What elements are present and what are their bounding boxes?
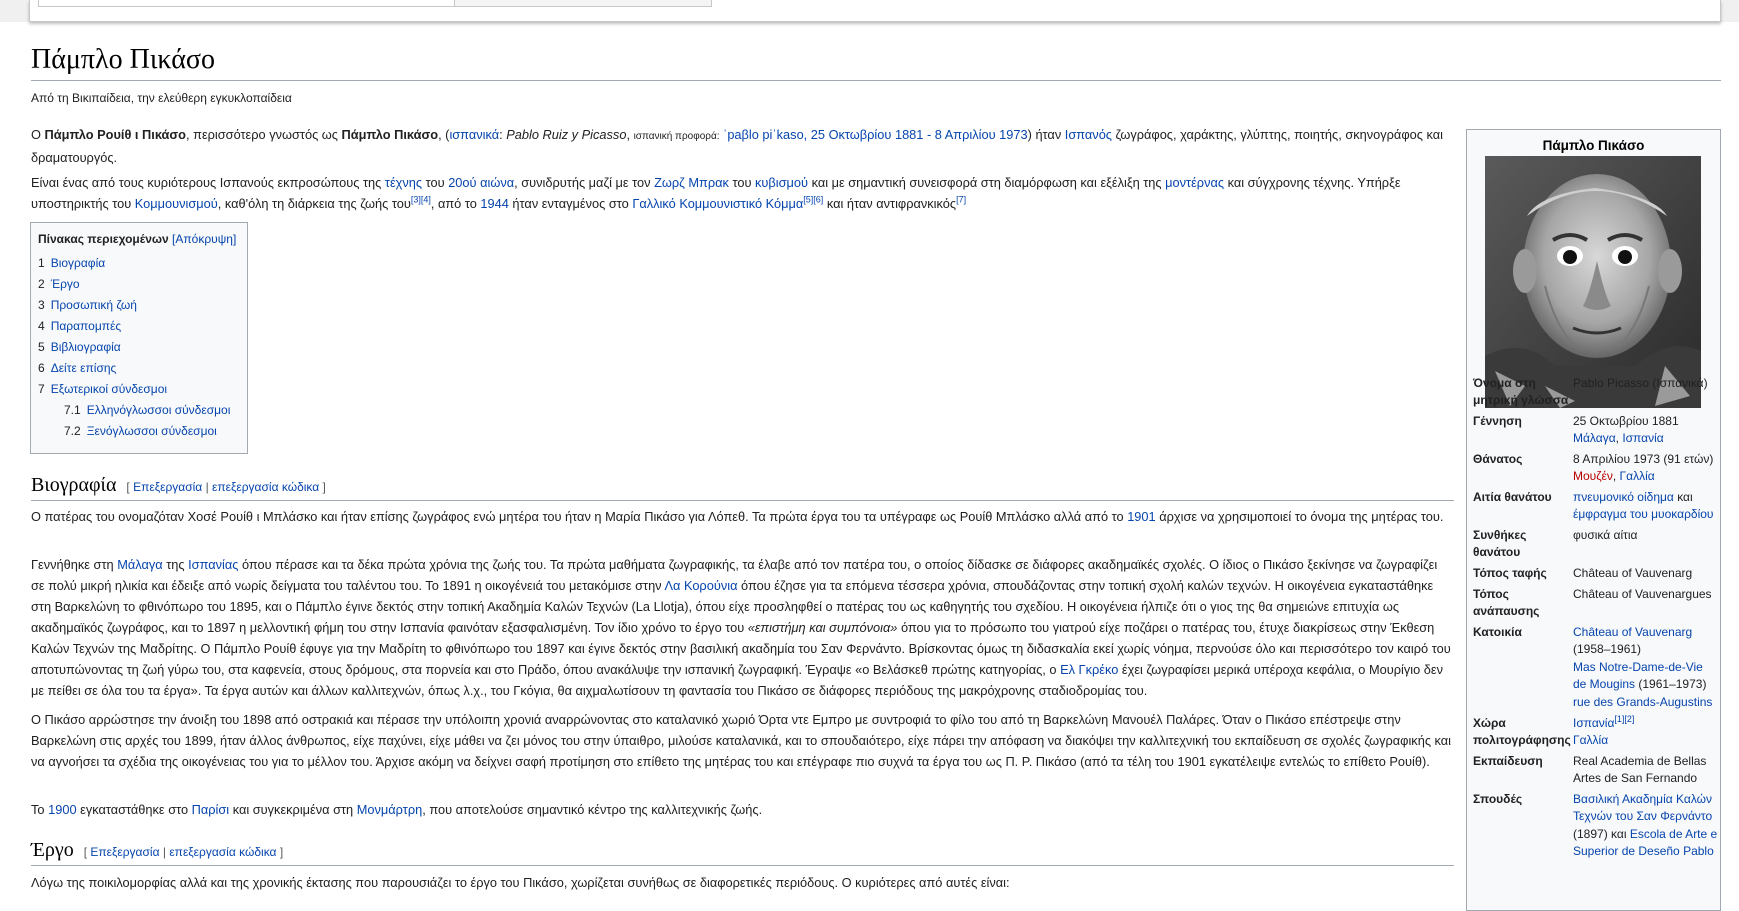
link-french-communist-party[interactable]: Γαλλικό Κομμουνιστικό Κόμμα xyxy=(632,196,803,211)
link-mougins[interactable]: Μουζέν xyxy=(1573,469,1613,483)
infobox-title: Πάμπλο Πικάσο xyxy=(1542,138,1645,153)
edit-link[interactable]: Επεξεργασία xyxy=(90,845,159,859)
intro-paragraph-1: Ο Πάμπλο Ρουίθ ι Πικάσο, περισσότερο γνω… xyxy=(31,127,1443,165)
link-1944[interactable]: 1944 xyxy=(480,196,508,211)
link-san-fernando-academy[interactable]: Βασιλική Ακαδημία Καλών Τεχνών του Σαν Φ… xyxy=(1573,792,1712,823)
toc-item[interactable]: 6 Δείτε επίσης xyxy=(38,361,116,375)
section-edit-links: [ Επεξεργασία | επεξεργασία κώδικα ] xyxy=(126,480,326,494)
toc-subitem[interactable]: 7.2 Ξενόγλωσσοι σύνδεσμοι xyxy=(64,424,217,438)
bio-paragraph-1: Ο πατέρας του ονομαζόταν Χοσέ Ρουίθ ι Μπ… xyxy=(31,509,1444,524)
link-1900[interactable]: 1900 xyxy=(48,802,76,817)
toc-header: Πίνακας περιεχομένων [Απόκρυψη] xyxy=(38,232,237,246)
link-france[interactable]: Γαλλία xyxy=(1620,469,1655,483)
link-cubism[interactable]: κυβισμού xyxy=(755,175,808,190)
link-spain[interactable]: Ισπανία xyxy=(1573,716,1614,730)
link-myocardial-infarction[interactable]: έμφραγμα του μυοκαρδίου xyxy=(1573,507,1713,521)
portrait-photo[interactable] xyxy=(1485,156,1701,408)
link-spain[interactable]: Ισπανίας xyxy=(188,557,238,572)
intro-paragraph-2: Είναι ένας από τους κυριότερους Ισπανούς… xyxy=(31,175,1401,211)
section-heading-work: Έργο[ Επεξεργασία | επεξεργασία κώδικα ] xyxy=(31,839,1454,866)
table-of-contents: Πίνακας περιεχομένων [Απόκρυψη] 1 Βιογραφ… xyxy=(30,222,248,454)
bio-paragraph-3: Ο Πικάσο αρρώστησε την άνοιξη του 1898 α… xyxy=(31,712,1452,769)
popup-panel-edge xyxy=(29,0,1721,22)
section-edit-links: [ Επεξεργασία | επεξεργασία κώδικα ] xyxy=(83,845,284,859)
link-el-greco[interactable]: Ελ Γκρέκο xyxy=(1060,662,1118,677)
ref-1-2[interactable]: [1][2] xyxy=(1614,714,1634,724)
toc-item[interactable]: 5 Βιβλιογραφία xyxy=(38,340,121,354)
link-rue-grands-augustins[interactable]: rue des Grands-Augustins xyxy=(1573,695,1712,709)
edit-link[interactable]: Επεξεργασία xyxy=(133,480,202,494)
bio-paragraph-2: Γεννήθηκε στη Μάλαγα της Ισπανίας όπου π… xyxy=(31,557,1451,698)
ref-7[interactable]: [7] xyxy=(956,195,966,205)
panel-tab-right[interactable] xyxy=(454,0,712,7)
link-art[interactable]: τέχνης xyxy=(385,175,422,190)
browser-top-strip xyxy=(0,0,1739,22)
link-paris[interactable]: Παρίσι xyxy=(192,802,230,817)
link-montmartre[interactable]: Μονμάρτρη xyxy=(357,802,423,817)
toc-subitem[interactable]: 7.1 Ελληνόγλωσσοι σύνδεσμοι xyxy=(64,403,230,417)
link-chateau-vauvenargues[interactable]: Château of Vauvenarg xyxy=(1573,565,1719,582)
link-pulmonary-edema[interactable]: πνευμονικό οίδημα xyxy=(1573,490,1674,504)
panel-tab-left[interactable] xyxy=(38,0,456,7)
toc-item[interactable]: 3 Προσωπική ζωή xyxy=(38,298,137,312)
work-paragraph-1: Λόγω της ποικιλομορφίας αλλά και της χρο… xyxy=(31,875,1010,890)
link-pronunciation[interactable]: ˈpaβlo piˈkaso, 25 Οκτωβρίου 1881 - 8 Απ… xyxy=(720,127,1028,142)
link-a-coruna[interactable]: Λα Κορούνια xyxy=(664,578,737,593)
page-title: Πάμπλο Πικάσο xyxy=(31,44,1721,81)
link-spanish-language[interactable]: ισπανικά xyxy=(449,127,499,142)
toc-hide-toggle[interactable]: [Απόκρυψη] xyxy=(172,232,236,246)
bio-paragraph-4: Το 1900 εγκαταστάθηκε στο Παρίσι και συγ… xyxy=(31,802,763,817)
infobox: Πάμπλο Πικάσο Όνομα στη μητρική γλώσσα P… xyxy=(1466,129,1721,911)
link-natural-causes[interactable]: φυσικά αίτια xyxy=(1573,527,1719,544)
link-chateau-vauvenargues[interactable]: Château of Vauvenarg xyxy=(1573,625,1692,639)
link-spain[interactable]: Ισπανία xyxy=(1622,431,1663,445)
link-communism[interactable]: Κομμουνισμού xyxy=(135,196,218,211)
link-spanish[interactable]: Ισπανός xyxy=(1065,127,1112,142)
edit-source-link[interactable]: επεξεργασία κώδικα xyxy=(212,480,319,494)
toc-item[interactable]: 1 Βιογραφία xyxy=(38,256,105,270)
link-france[interactable]: Γαλλία xyxy=(1573,733,1608,747)
link-modern[interactable]: μοντέρνας xyxy=(1165,175,1224,190)
ref-3-4[interactable]: [3][4] xyxy=(411,195,431,205)
toc-item[interactable]: 2 Έργο xyxy=(38,277,80,291)
page-subtitle: Από τη Βικιπαίδεια, την ελεύθερη εγκυκλο… xyxy=(31,91,292,105)
toc-item[interactable]: 4 Παραπομπές xyxy=(38,319,121,333)
link-georges-braque[interactable]: Ζωρζ Μπρακ xyxy=(654,175,729,190)
edit-source-link[interactable]: επεξεργασία κώδικα xyxy=(169,845,276,859)
link-malaga[interactable]: Μάλαγα xyxy=(1573,431,1616,445)
ref-5-6[interactable]: [5][6] xyxy=(803,195,823,205)
link-malaga[interactable]: Μάλαγα xyxy=(117,557,162,572)
link-20th-century[interactable]: 20ού αιώνα xyxy=(448,175,514,190)
toc-item[interactable]: 7 Εξωτερικοί σύνδεσμοι xyxy=(38,382,167,396)
section-heading-biography: Βιογραφία[ Επεξεργασία | επεξεργασία κώδ… xyxy=(31,474,1454,501)
link-1901[interactable]: 1901 xyxy=(1127,509,1155,524)
